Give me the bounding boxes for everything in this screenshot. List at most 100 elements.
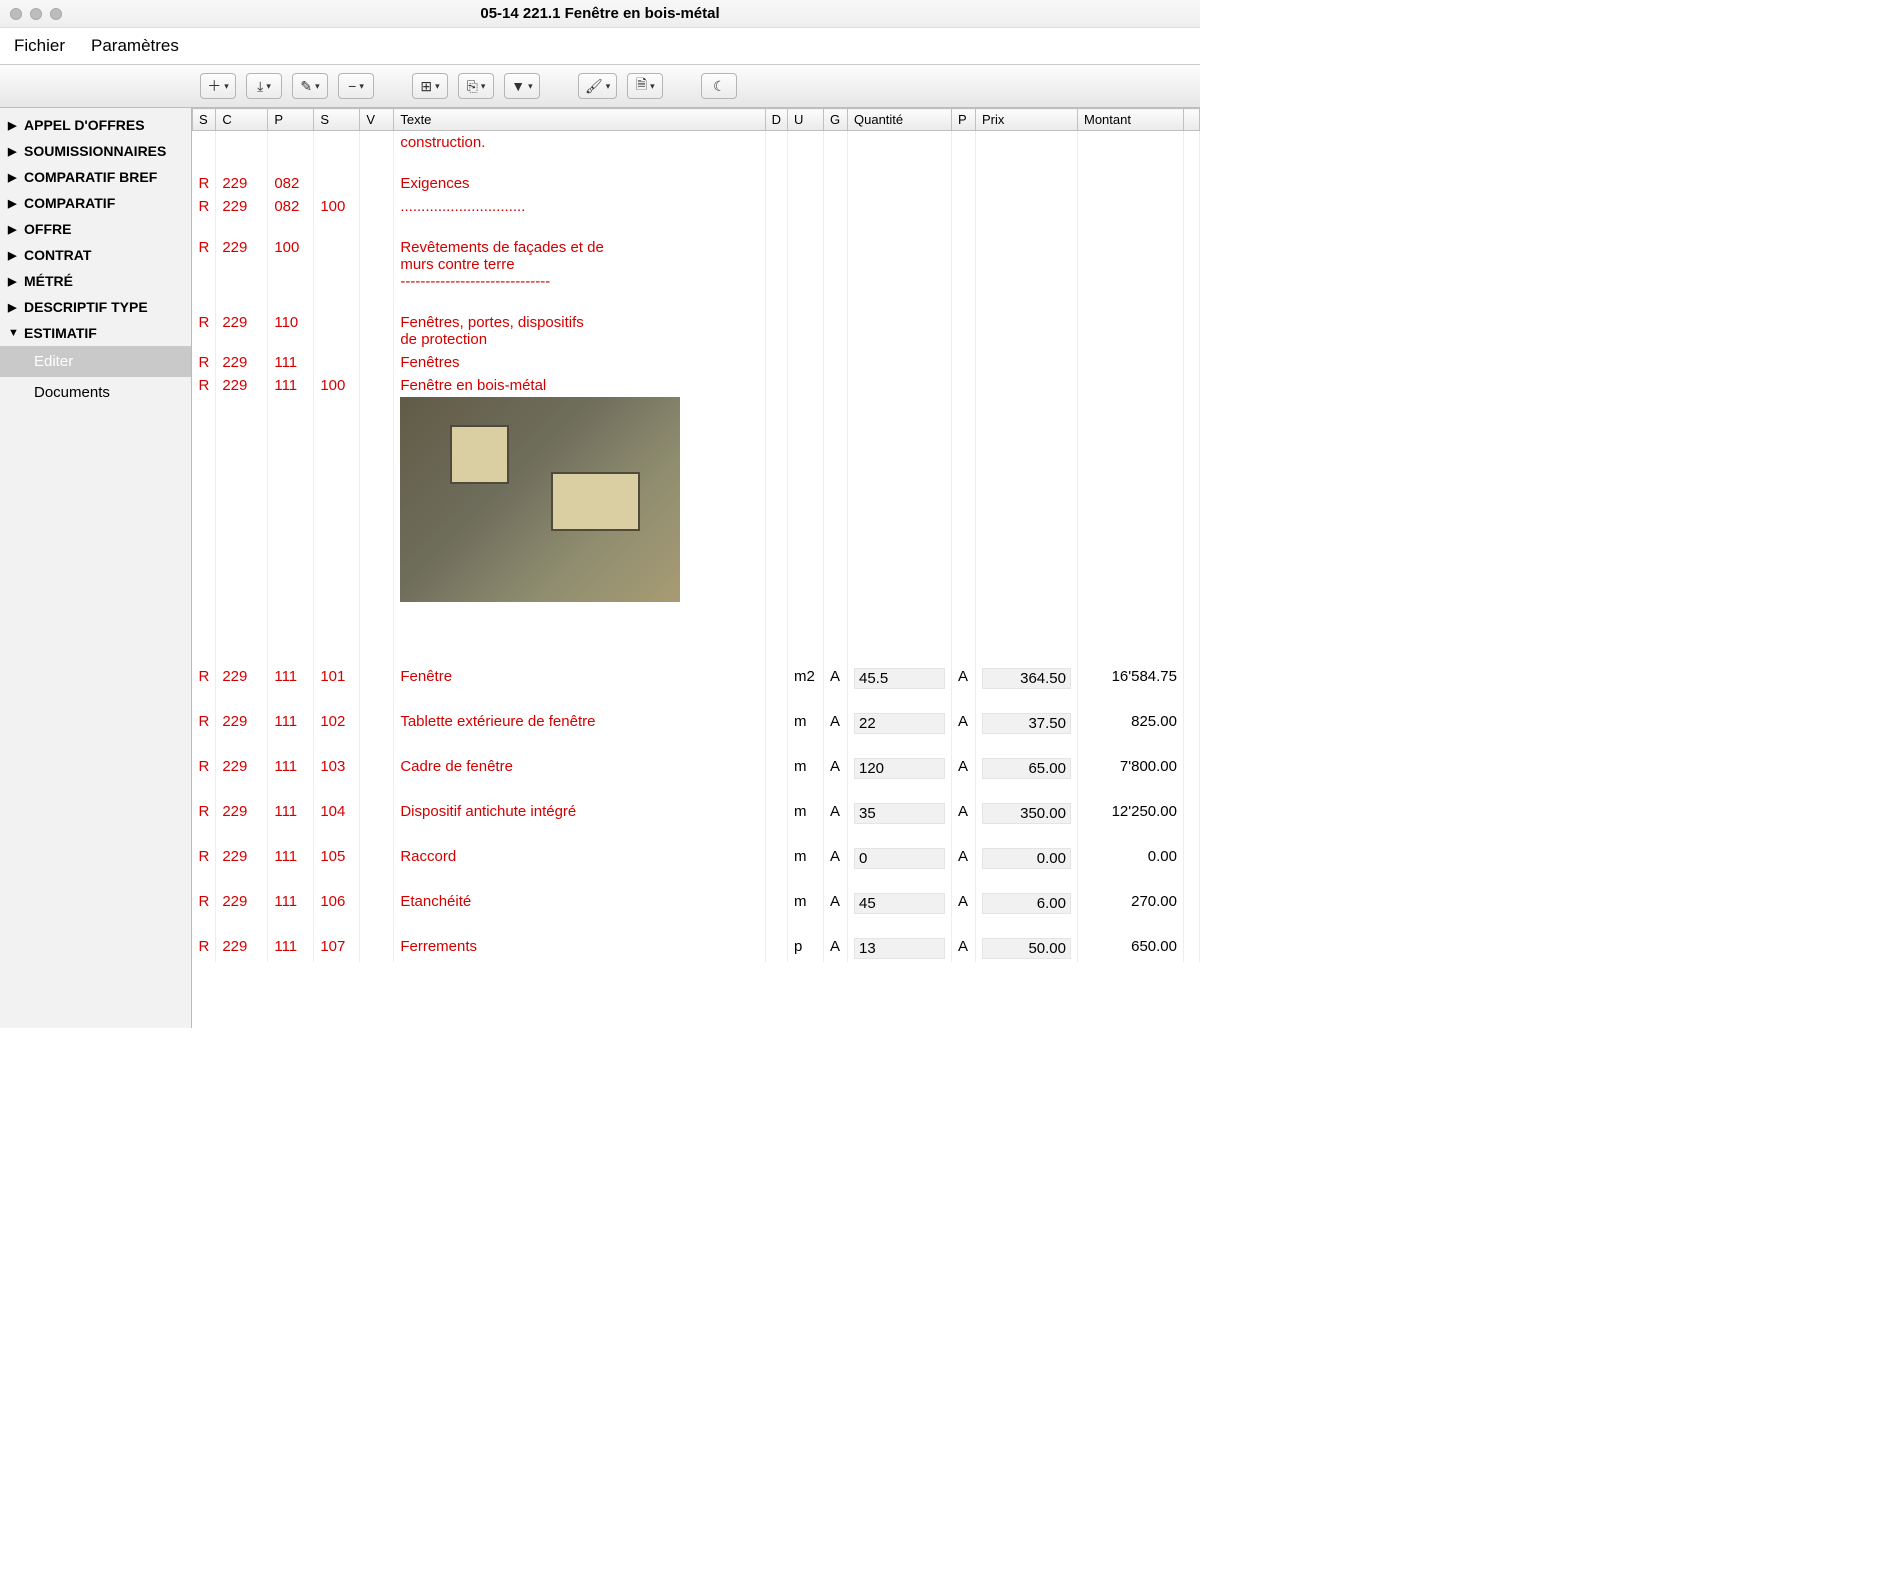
cell-prix[interactable]: [976, 374, 1078, 605]
cell-quantite[interactable]: 45: [848, 890, 952, 917]
cell-s2: 107: [314, 935, 360, 962]
darkmode-button[interactable]: ☾: [701, 73, 737, 99]
cell-quantite[interactable]: [848, 311, 952, 351]
table-row[interactable]: [193, 827, 1200, 845]
col-d[interactable]: D: [765, 109, 787, 131]
cell-p2: A: [952, 665, 976, 692]
menu-file[interactable]: Fichier: [14, 36, 65, 56]
col-q[interactable]: Quantité: [848, 109, 952, 131]
col-s1[interactable]: S: [193, 109, 216, 131]
cell-prix[interactable]: 65.00: [976, 755, 1078, 782]
col-p1[interactable]: P: [268, 109, 314, 131]
sidebar-item-2[interactable]: ▶COMPARATIF BREF: [0, 164, 191, 190]
sidebar-item-5[interactable]: ▶CONTRAT: [0, 242, 191, 268]
sidebar-item-7[interactable]: ▶DESCRIPTIF TYPE: [0, 294, 191, 320]
cell-s: R: [193, 845, 216, 872]
cell-quantite[interactable]: [848, 351, 952, 374]
cell-prix[interactable]: 37.50: [976, 710, 1078, 737]
cell-quantite[interactable]: 120: [848, 755, 952, 782]
sidebar-sub-0[interactable]: Editer: [0, 346, 191, 377]
page-button[interactable]: 🗎▾: [627, 73, 663, 99]
cell-u: [788, 195, 824, 218]
table-row[interactable]: [193, 605, 1200, 665]
cell-prix[interactable]: [976, 131, 1078, 155]
cell-p: 111: [268, 935, 314, 962]
col-v[interactable]: V: [360, 109, 394, 131]
table-row[interactable]: [193, 872, 1200, 890]
cell-quantite[interactable]: [848, 131, 952, 155]
cell-prix[interactable]: 350.00: [976, 800, 1078, 827]
cell-quantite[interactable]: 45.5: [848, 665, 952, 692]
col-s2[interactable]: S: [314, 109, 360, 131]
table-button[interactable]: ⊞▾: [412, 73, 448, 99]
table-row[interactable]: [193, 154, 1200, 172]
table-row[interactable]: R229111106EtanchéitémA45A6.00270.00: [193, 890, 1200, 917]
cell-quantite[interactable]: [848, 172, 952, 195]
cell-quantite[interactable]: 22: [848, 710, 952, 737]
sidebar-item-4[interactable]: ▶OFFRE: [0, 216, 191, 242]
table-row[interactable]: R229111103Cadre de fenêtremA120A65.007'8…: [193, 755, 1200, 782]
table-row[interactable]: R229111100Fenêtre en bois-métal: [193, 374, 1200, 605]
table-row[interactable]: [193, 782, 1200, 800]
remove-button[interactable]: −▾: [338, 73, 374, 99]
table-row[interactable]: [193, 737, 1200, 755]
table-row[interactable]: R229082Exigences: [193, 172, 1200, 195]
menu-params[interactable]: Paramètres: [91, 36, 179, 56]
sidebar-item-6[interactable]: ▶MÉTRÉ: [0, 268, 191, 294]
cell-prix[interactable]: 0.00: [976, 845, 1078, 872]
col-texte[interactable]: Texte: [394, 109, 765, 131]
col-u[interactable]: U: [788, 109, 824, 131]
cell-prix[interactable]: 6.00: [976, 890, 1078, 917]
col-prix[interactable]: Prix: [976, 109, 1078, 131]
cell-prix[interactable]: [976, 195, 1078, 218]
table-row[interactable]: [193, 293, 1200, 311]
cell-v: [360, 710, 394, 737]
cell-quantite[interactable]: [848, 195, 952, 218]
table-row[interactable]: R229100Revêtements de façades et demurs …: [193, 236, 1200, 293]
filter-button[interactable]: ▼▾: [504, 73, 540, 99]
export-button[interactable]: ⎘▾: [458, 73, 494, 99]
table-row[interactable]: R229111105RaccordmA0A0.000.00: [193, 845, 1200, 872]
cell-prix[interactable]: [976, 172, 1078, 195]
cell-quantite[interactable]: 35: [848, 800, 952, 827]
cell-prix[interactable]: 50.00: [976, 935, 1078, 962]
sidebar-item-0[interactable]: ▶APPEL D'OFFRES: [0, 112, 191, 138]
col-m[interactable]: Montant: [1078, 109, 1184, 131]
cell-prix[interactable]: [976, 351, 1078, 374]
cell-quantite[interactable]: 0: [848, 845, 952, 872]
cell-quantite[interactable]: [848, 374, 952, 605]
col-c[interactable]: C: [216, 109, 268, 131]
table-row[interactable]: [193, 692, 1200, 710]
cell-p2: [952, 351, 976, 374]
cell-prix[interactable]: [976, 236, 1078, 293]
table-row[interactable]: R229111102Tablette extérieure de fenêtre…: [193, 710, 1200, 737]
cell-prix[interactable]: [976, 311, 1078, 351]
import-button[interactable]: ⤓▾: [246, 73, 282, 99]
cell-u: [788, 311, 824, 351]
table-row[interactable]: R229111107FerrementspA13A50.00650.00: [193, 935, 1200, 962]
edit-button[interactable]: ✎▾: [292, 73, 328, 99]
table-row[interactable]: [193, 917, 1200, 935]
table-row[interactable]: R229111Fenêtres: [193, 351, 1200, 374]
table-row[interactable]: R229111104Dispositif antichute intégrémA…: [193, 800, 1200, 827]
table-row[interactable]: construction.: [193, 131, 1200, 155]
cell-quantite[interactable]: [848, 236, 952, 293]
table-row[interactable]: R229111101Fenêtrem2A45.5A364.5016'584.75: [193, 665, 1200, 692]
cell-p2: A: [952, 890, 976, 917]
col-g[interactable]: G: [824, 109, 848, 131]
chevron-right-icon: ▶: [8, 197, 18, 210]
sidebar-item-3[interactable]: ▶COMPARATIF: [0, 190, 191, 216]
table-row[interactable]: R229082100..............................: [193, 195, 1200, 218]
cell-p2: [952, 374, 976, 605]
grid-scroll[interactable]: S C P S V Texte D U G Quantité P Prix Mo…: [192, 108, 1200, 1028]
sidebar-item-8[interactable]: ▼ESTIMATIF: [0, 320, 191, 346]
table-row[interactable]: R229110Fenêtres, portes, dispositifsde p…: [193, 311, 1200, 351]
cell-quantite[interactable]: 13: [848, 935, 952, 962]
add-button[interactable]: ＋▾: [200, 73, 236, 99]
table-row[interactable]: [193, 218, 1200, 236]
sidebar-sub-1[interactable]: Documents: [0, 377, 191, 408]
format-button[interactable]: 🖌▾: [578, 73, 617, 99]
sidebar-item-1[interactable]: ▶SOUMISSIONNAIRES: [0, 138, 191, 164]
cell-prix[interactable]: 364.50: [976, 665, 1078, 692]
col-p2[interactable]: P: [952, 109, 976, 131]
